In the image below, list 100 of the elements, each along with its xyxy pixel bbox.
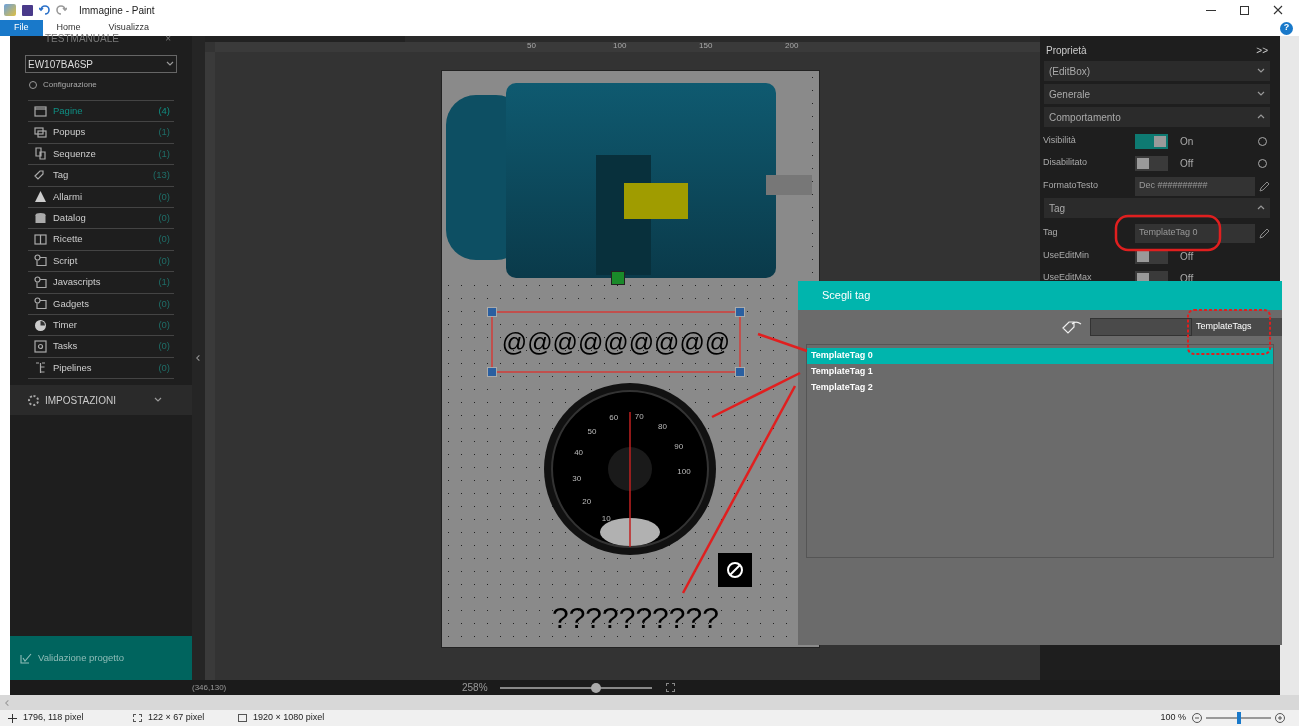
tag-icon [34, 168, 47, 182]
close-icon[interactable] [1273, 5, 1283, 15]
disabled-icon [718, 553, 752, 587]
checkmark-icon [20, 652, 32, 664]
property-label: UseEditMin [1043, 249, 1090, 263]
config-link[interactable]: Configurazione [43, 79, 97, 91]
annotation-line [757, 332, 808, 353]
selection-size: 122 × 67 pixel [148, 711, 206, 725]
ruler-label: 200 [785, 42, 799, 50]
toggle-switch[interactable] [1135, 133, 1168, 149]
sidebar-item[interactable]: Sequenze (1) [28, 143, 174, 166]
zoom-slider[interactable] [1206, 712, 1271, 724]
coordinates-text: (346,130) [192, 681, 228, 694]
resize-handle[interactable] [735, 307, 745, 317]
warning-icon [34, 190, 47, 204]
zoom-in-icon[interactable] [1275, 713, 1285, 723]
chevron-icon [1257, 67, 1265, 75]
maximize-icon[interactable] [1240, 5, 1249, 15]
script-icon [34, 275, 47, 289]
property-field[interactable]: Dec ########## [1135, 176, 1255, 196]
zoom-percent: 100 % [1160, 711, 1186, 725]
tag-list-item[interactable]: TemplateTag 1 [807, 364, 1273, 380]
properties-title: Proprietà [1046, 43, 1087, 58]
resize-handle[interactable] [487, 307, 497, 317]
device-dropdown[interactable]: EW107BA6SP [25, 55, 177, 73]
group-dropdown[interactable]: TemplateTags [1192, 318, 1282, 336]
resize-handle[interactable] [735, 367, 745, 377]
window-icon [34, 104, 47, 118]
zoom-slider[interactable] [500, 682, 652, 693]
expand-button[interactable]: >> [1256, 42, 1268, 58]
zoom-out-icon[interactable] [1192, 713, 1202, 723]
chevron-icon [1257, 204, 1265, 212]
ruler-label: 50 [527, 42, 536, 50]
zoom-text: 258% [462, 681, 489, 695]
sidebar-item[interactable]: Javascripts (1) [28, 272, 174, 294]
toggle-switch[interactable] [1135, 155, 1168, 171]
gauge-label: 50 [587, 426, 597, 436]
vertical-scrollbar[interactable] [1280, 36, 1299, 695]
chevron-icon[interactable] [166, 60, 174, 68]
editbox-text: @@@@@@@@@ [501, 329, 731, 355]
clock-icon [34, 318, 47, 332]
ruler-label: 100 [613, 42, 627, 50]
section-header[interactable]: Comportamento [1044, 107, 1270, 127]
sidebar-item[interactable]: Ricette (0) [28, 229, 174, 251]
property-field[interactable]: TemplateTag 0 [1135, 223, 1255, 243]
save-icon[interactable] [22, 4, 33, 16]
tag-icon [1062, 320, 1082, 334]
task-icon [34, 340, 47, 353]
sidebar-item[interactable]: Allarmi (0) [28, 186, 174, 208]
script-icon [34, 297, 47, 311]
sidebar-item[interactable]: Pipelines (0) [28, 357, 174, 380]
sidebar-item[interactable]: Popups (1) [28, 122, 174, 144]
cursor-position: 1796, 118 pixel [23, 711, 85, 725]
gauge-label: 20 [582, 497, 592, 507]
undo-icon[interactable] [39, 5, 50, 15]
section-header[interactable]: Generale [1044, 84, 1270, 104]
tag-list-item[interactable]: TemplateTag 2 [807, 380, 1273, 396]
close-button[interactable]: × [165, 34, 171, 44]
chevron-icon [1257, 90, 1265, 98]
sidebar-item[interactable]: Tag (13) [28, 165, 174, 187]
help-button[interactable]: ? [1280, 21, 1293, 35]
validation-label[interactable]: Validazione progetto [38, 650, 124, 666]
property-label: Visibilità [1043, 134, 1077, 148]
sidebar-item[interactable]: Datalog (0) [28, 207, 174, 230]
section-header[interactable]: (EditBox) [1044, 61, 1270, 81]
question-text: ?????????? [552, 603, 719, 633]
property-label: FormatoTesto [1043, 179, 1100, 193]
sidebar-item[interactable]: Tasks (0) [28, 336, 174, 358]
pencil-icon[interactable] [1259, 180, 1270, 192]
chevron-icon [1257, 113, 1265, 121]
property-label: Tag [1043, 226, 1059, 240]
image-size: 1920 × 1080 pixel [253, 711, 326, 725]
gauge-label: 10 [601, 513, 611, 523]
toggle-value: Off [1180, 249, 1195, 264]
pipeline-icon [34, 361, 47, 375]
gauge-label: 60 [609, 413, 619, 423]
section-header[interactable]: Tag [1044, 198, 1270, 218]
window-title: Immagine - Paint [79, 3, 155, 18]
sidebar-item[interactable]: Script (0) [28, 250, 174, 273]
image-size-icon [238, 714, 247, 722]
project-title: TESTMANUALE [45, 34, 119, 44]
pencil-icon[interactable] [1259, 227, 1270, 239]
sidebar-item[interactable]: Gadgets (0) [28, 293, 174, 315]
search-field[interactable] [1090, 318, 1192, 336]
windows-icon [34, 126, 47, 140]
sidebar-item[interactable]: Timer (0) [28, 314, 174, 337]
ribbon-tab[interactable]: File [0, 20, 43, 36]
horizontal-scrollbar[interactable] [0, 695, 1299, 710]
pages-icon [34, 147, 47, 161]
resize-handle[interactable] [487, 367, 497, 377]
paint-app-icon [4, 4, 16, 16]
gauge-label: 30 [572, 473, 582, 483]
minimize-icon[interactable] [1206, 9, 1216, 11]
fullscreen-icon[interactable] [666, 683, 675, 692]
gauge-label: 40 [574, 448, 584, 458]
sidebar-item[interactable]: Pagine (4) [28, 101, 174, 123]
script-icon [34, 254, 47, 268]
book-icon [34, 233, 47, 247]
dialog-title: Scegli tag [822, 288, 871, 304]
redo-icon[interactable] [56, 5, 67, 15]
